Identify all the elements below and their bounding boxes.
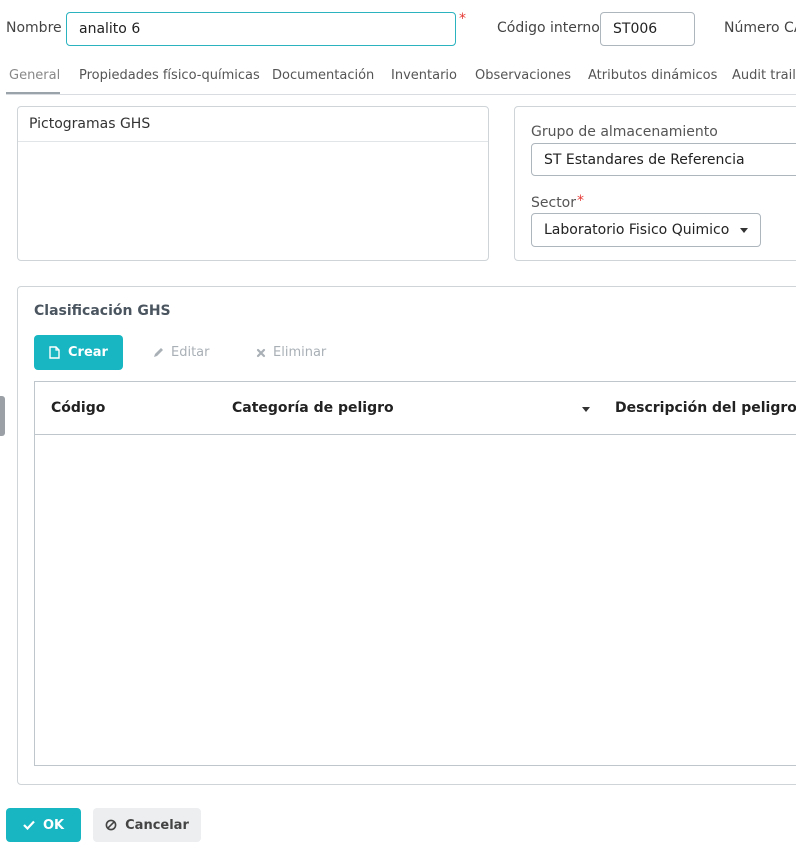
tab-documentacion[interactable]: Documentación: [272, 68, 374, 83]
sector-value: Laboratorio Fisico Quimico: [544, 222, 730, 238]
nombre-input[interactable]: analito 6: [66, 12, 456, 46]
ok-label: OK: [42, 817, 65, 833]
ban-icon: [105, 819, 117, 831]
sort-icon[interactable]: [582, 407, 590, 412]
column-header-categoria[interactable]: Categoría de peligro: [232, 400, 394, 416]
sector-select[interactable]: Laboratorio Fisico Quimico: [531, 213, 761, 247]
pictogramas-panel: Pictogramas GHS: [17, 106, 489, 261]
cancel-button[interactable]: Cancelar: [93, 808, 201, 842]
nombre-required-mark: *: [459, 11, 466, 27]
editar-button[interactable]: Editar: [153, 345, 210, 360]
sidebar-toggle-handle[interactable]: [0, 396, 5, 436]
codigo-label: Código interno: [497, 20, 600, 36]
sector-required-mark: *: [577, 193, 584, 209]
grupo-input[interactable]: ST Estandares de Referencia: [531, 143, 796, 176]
editar-label: Editar: [171, 345, 210, 360]
chevron-down-icon: [740, 227, 748, 233]
column-header-descripcion[interactable]: Descripción del peligro: [615, 400, 796, 416]
pencil-icon: [154, 348, 163, 357]
tab-propiedades[interactable]: Propiedades físico-químicas: [79, 68, 260, 83]
crear-button[interactable]: Crear: [34, 335, 123, 370]
almacenamiento-panel: Grupo de almacenamiento ST Estandares de…: [514, 106, 796, 261]
crear-label: Crear: [68, 345, 108, 360]
clasificacion-panel: Clasificación GHS Crear Editar Eliminar …: [17, 286, 796, 785]
grupo-label: Grupo de almacenamiento: [531, 124, 718, 140]
column-header-codigo[interactable]: Código: [51, 400, 105, 416]
clasificacion-table: Código Categoría de peligro Descripción …: [34, 381, 796, 766]
nombre-value: analito 6: [79, 21, 141, 37]
check-icon: [23, 820, 35, 830]
codigo-input[interactable]: ST006: [600, 12, 695, 46]
table-body: [35, 435, 796, 765]
tab-bar: General Propiedades físico-químicas Docu…: [6, 64, 796, 95]
times-icon: [256, 348, 266, 357]
tab-inventario[interactable]: Inventario: [391, 68, 457, 83]
tab-observaciones[interactable]: Observaciones: [475, 68, 571, 83]
cancel-label: Cancelar: [125, 817, 189, 833]
grupo-value: ST Estandares de Referencia: [544, 151, 745, 168]
eliminar-button[interactable]: Eliminar: [256, 345, 326, 360]
pictogramas-header: Pictogramas GHS: [18, 107, 488, 142]
nombre-label: Nombre: [6, 20, 62, 36]
tab-general[interactable]: General: [9, 68, 60, 83]
clasificacion-title: Clasificación GHS: [34, 303, 171, 319]
sector-label: Sector: [531, 195, 577, 211]
ok-button[interactable]: OK: [6, 808, 81, 842]
tab-atributos[interactable]: Atributos dinámicos: [588, 68, 717, 83]
table-header: Código Categoría de peligro Descripción …: [35, 382, 796, 435]
tab-audit-trail[interactable]: Audit trail: [732, 68, 796, 83]
eliminar-label: Eliminar: [273, 345, 327, 360]
pictogramas-title: Pictogramas GHS: [29, 116, 151, 132]
active-tab-indicator: [6, 92, 60, 94]
numero-label: Número CA: [724, 20, 796, 36]
codigo-value: ST006: [613, 21, 658, 37]
file-icon: [49, 346, 60, 359]
